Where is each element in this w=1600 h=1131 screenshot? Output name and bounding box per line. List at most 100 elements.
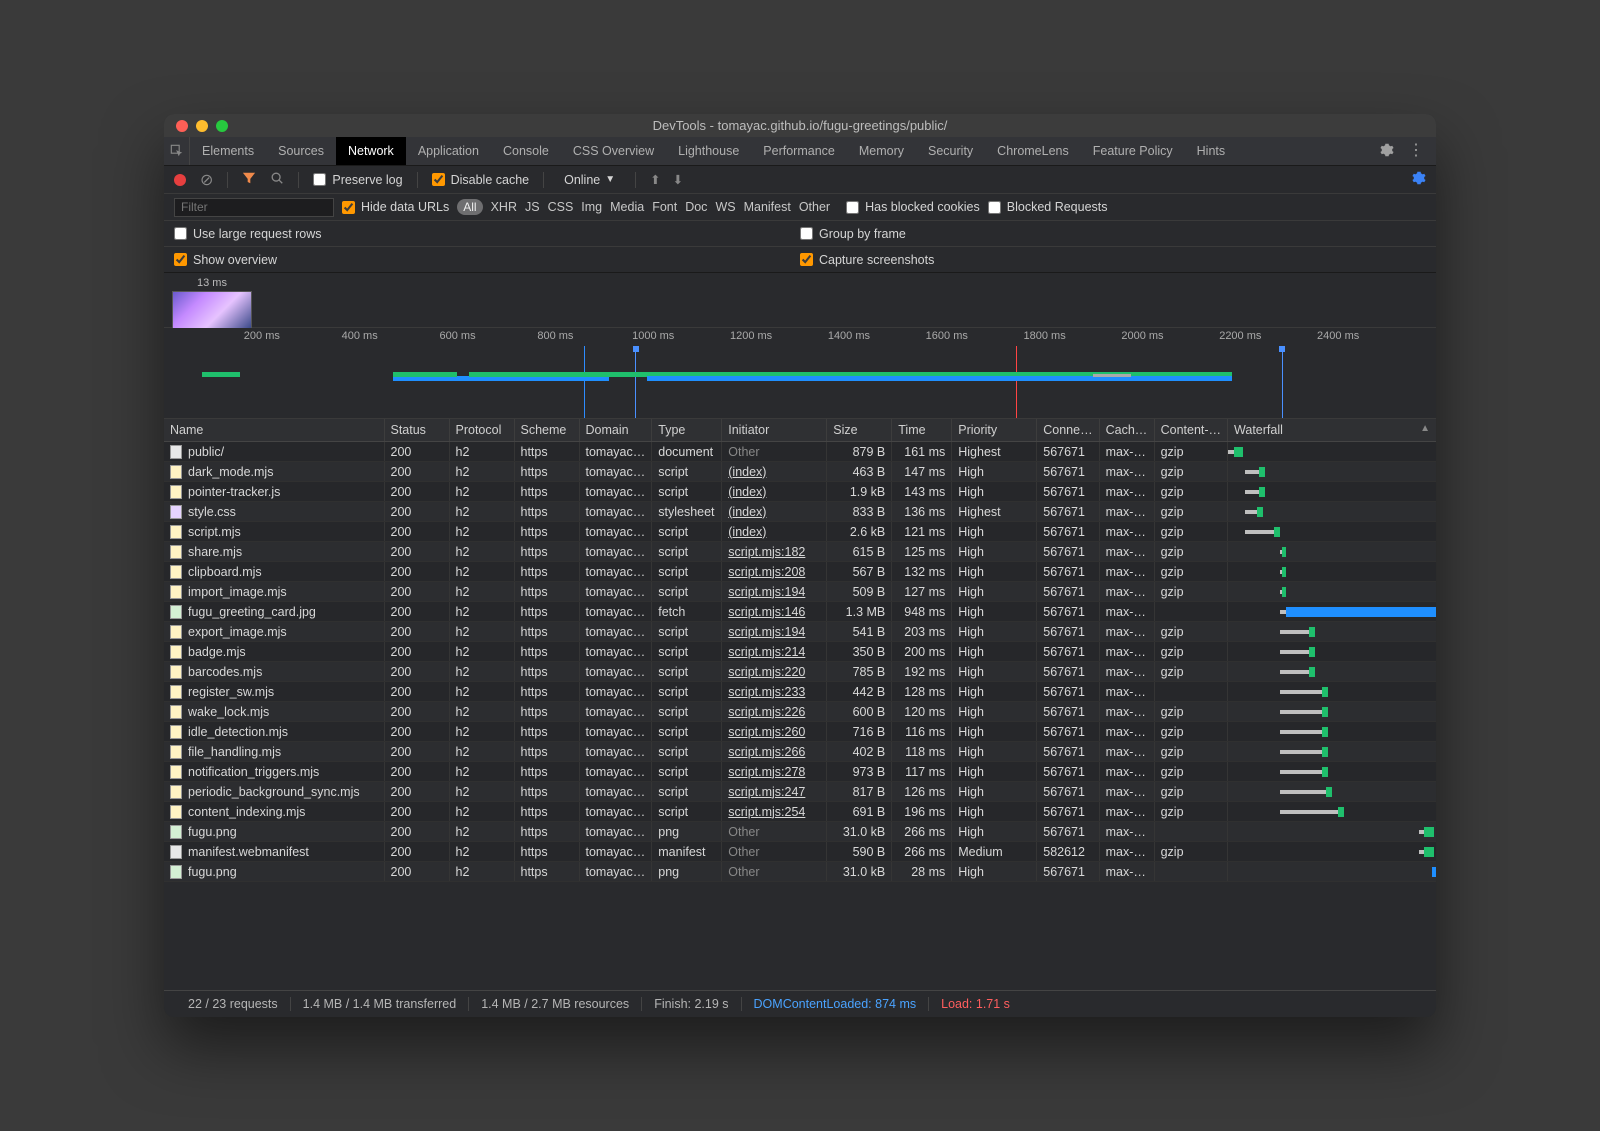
column-header[interactable]: Protocol bbox=[449, 419, 514, 442]
screenshot-thumb[interactable]: 13 ms bbox=[172, 277, 252, 329]
initiator-link[interactable]: script.mjs:226 bbox=[728, 705, 805, 719]
initiator-link[interactable]: script.mjs:278 bbox=[728, 765, 805, 779]
tab-sources[interactable]: Sources bbox=[266, 137, 336, 165]
overview-selection[interactable] bbox=[635, 346, 1284, 418]
table-row[interactable]: file_handling.mjs200h2httpstomayac…scrip… bbox=[164, 742, 1436, 762]
filter-icon[interactable] bbox=[242, 171, 256, 188]
preserve-log-checkbox[interactable]: Preserve log bbox=[313, 173, 402, 187]
column-header[interactable]: Type bbox=[652, 419, 722, 442]
table-row[interactable]: notification_triggers.mjs200h2httpstomay… bbox=[164, 762, 1436, 782]
selection-handle-left[interactable] bbox=[633, 346, 639, 352]
filter-type-ws[interactable]: WS bbox=[715, 200, 735, 214]
column-header[interactable]: Size bbox=[827, 419, 892, 442]
table-row[interactable]: clipboard.mjs200h2httpstomayac…scriptscr… bbox=[164, 562, 1436, 582]
cell-initiator[interactable]: script.mjs:194 bbox=[722, 582, 827, 602]
table-row[interactable]: import_image.mjs200h2httpstomayac…script… bbox=[164, 582, 1436, 602]
column-header[interactable]: Initiator bbox=[722, 419, 827, 442]
record-button[interactable] bbox=[174, 174, 186, 186]
filter-type-xhr[interactable]: XHR bbox=[491, 200, 517, 214]
initiator-link[interactable]: script.mjs:220 bbox=[728, 665, 805, 679]
download-icon[interactable]: ⬇ bbox=[673, 172, 683, 187]
initiator-link[interactable]: (index) bbox=[728, 485, 766, 499]
maximize-icon[interactable] bbox=[216, 120, 228, 132]
filter-type-font[interactable]: Font bbox=[652, 200, 677, 214]
search-icon[interactable] bbox=[270, 171, 284, 188]
column-header[interactable]: Scheme bbox=[514, 419, 579, 442]
initiator-link[interactable]: (index) bbox=[728, 525, 766, 539]
cell-initiator[interactable]: script.mjs:278 bbox=[722, 762, 827, 782]
tab-feature-policy[interactable]: Feature Policy bbox=[1081, 137, 1185, 165]
tab-application[interactable]: Application bbox=[406, 137, 491, 165]
cell-initiator[interactable]: script.mjs:233 bbox=[722, 682, 827, 702]
settings-icon[interactable] bbox=[1380, 143, 1394, 160]
table-row[interactable]: script.mjs200h2httpstomayac…script(index… bbox=[164, 522, 1436, 542]
initiator-link[interactable]: script.mjs:260 bbox=[728, 725, 805, 739]
tab-performance[interactable]: Performance bbox=[751, 137, 847, 165]
overview-chart[interactable] bbox=[164, 346, 1436, 418]
table-row[interactable]: dark_mode.mjs200h2httpstomayac…script(in… bbox=[164, 462, 1436, 482]
table-row[interactable]: share.mjs200h2httpstomayac…scriptscript.… bbox=[164, 542, 1436, 562]
filter-input[interactable] bbox=[174, 198, 334, 217]
table-row[interactable]: badge.mjs200h2httpstomayac…scriptscript.… bbox=[164, 642, 1436, 662]
filter-type-js[interactable]: JS bbox=[525, 200, 540, 214]
table-row[interactable]: wake_lock.mjs200h2httpstomayac…scriptscr… bbox=[164, 702, 1436, 722]
initiator-link[interactable]: (index) bbox=[728, 505, 766, 519]
hide-data-urls-checkbox[interactable]: Hide data URLs bbox=[342, 200, 449, 214]
filter-type-css[interactable]: CSS bbox=[548, 200, 574, 214]
initiator-link[interactable]: script.mjs:254 bbox=[728, 805, 805, 819]
selection-handle-right[interactable] bbox=[1279, 346, 1285, 352]
initiator-link[interactable]: script.mjs:146 bbox=[728, 605, 805, 619]
tab-lighthouse[interactable]: Lighthouse bbox=[666, 137, 751, 165]
cell-initiator[interactable]: script.mjs:146 bbox=[722, 602, 827, 622]
initiator-link[interactable]: script.mjs:208 bbox=[728, 565, 805, 579]
tab-console[interactable]: Console bbox=[491, 137, 561, 165]
inspect-element-icon[interactable] bbox=[164, 137, 190, 165]
table-row[interactable]: fugu.png200h2httpstomayac…pngOther31.0 k… bbox=[164, 862, 1436, 882]
filter-type-all[interactable]: All bbox=[457, 199, 482, 215]
table-row[interactable]: pointer-tracker.js200h2httpstomayac…scri… bbox=[164, 482, 1436, 502]
cell-initiator[interactable]: script.mjs:247 bbox=[722, 782, 827, 802]
tab-memory[interactable]: Memory bbox=[847, 137, 916, 165]
show-overview-checkbox[interactable]: Show overview bbox=[174, 253, 277, 267]
cell-initiator[interactable]: script.mjs:194 bbox=[722, 622, 827, 642]
filter-type-other[interactable]: Other bbox=[799, 200, 830, 214]
cell-initiator[interactable]: script.mjs:260 bbox=[722, 722, 827, 742]
filter-type-doc[interactable]: Doc bbox=[685, 200, 707, 214]
tab-hints[interactable]: Hints bbox=[1185, 137, 1237, 165]
tab-security[interactable]: Security bbox=[916, 137, 985, 165]
blocked-requests-checkbox[interactable]: Blocked Requests bbox=[988, 200, 1108, 214]
column-header[interactable]: Waterfall ▲ bbox=[1228, 419, 1436, 442]
network-settings-icon[interactable] bbox=[1412, 171, 1426, 188]
column-header[interactable]: Content-… bbox=[1154, 419, 1227, 442]
tab-network[interactable]: Network bbox=[336, 137, 406, 165]
cell-initiator[interactable]: script.mjs:266 bbox=[722, 742, 827, 762]
cell-initiator[interactable]: Other bbox=[722, 842, 827, 862]
cell-initiator[interactable]: script.mjs:226 bbox=[722, 702, 827, 722]
large-rows-checkbox[interactable]: Use large request rows bbox=[174, 227, 322, 241]
table-row[interactable]: fugu.png200h2httpstomayac…pngOther31.0 k… bbox=[164, 822, 1436, 842]
tab-elements[interactable]: Elements bbox=[190, 137, 266, 165]
cell-initiator[interactable]: script.mjs:182 bbox=[722, 542, 827, 562]
table-row[interactable]: export_image.mjs200h2httpstomayac…script… bbox=[164, 622, 1436, 642]
column-header[interactable]: Status bbox=[384, 419, 449, 442]
initiator-link[interactable]: script.mjs:214 bbox=[728, 645, 805, 659]
table-row[interactable]: register_sw.mjs200h2httpstomayac…scripts… bbox=[164, 682, 1436, 702]
throttling-select[interactable]: Online ▼ bbox=[558, 173, 621, 187]
table-row[interactable]: content_indexing.mjs200h2httpstomayac…sc… bbox=[164, 802, 1436, 822]
more-icon[interactable]: ⋮ bbox=[1408, 143, 1424, 159]
cell-initiator[interactable]: script.mjs:220 bbox=[722, 662, 827, 682]
column-header[interactable]: Time bbox=[892, 419, 952, 442]
table-row[interactable]: barcodes.mjs200h2httpstomayac…scriptscri… bbox=[164, 662, 1436, 682]
clear-icon[interactable]: ⊘ bbox=[200, 170, 213, 190]
initiator-link[interactable]: script.mjs:194 bbox=[728, 625, 805, 639]
column-header[interactable]: Conne… bbox=[1037, 419, 1099, 442]
disable-cache-checkbox[interactable]: Disable cache bbox=[432, 173, 530, 187]
cell-initiator[interactable]: Other bbox=[722, 442, 827, 462]
close-icon[interactable] bbox=[176, 120, 188, 132]
cell-initiator[interactable]: script.mjs:254 bbox=[722, 802, 827, 822]
filter-type-img[interactable]: Img bbox=[581, 200, 602, 214]
table-row[interactable]: fugu_greeting_card.jpg200h2httpstomayac…… bbox=[164, 602, 1436, 622]
filter-type-manifest[interactable]: Manifest bbox=[744, 200, 791, 214]
cell-initiator[interactable]: Other bbox=[722, 862, 827, 882]
tab-css-overview[interactable]: CSS Overview bbox=[561, 137, 666, 165]
